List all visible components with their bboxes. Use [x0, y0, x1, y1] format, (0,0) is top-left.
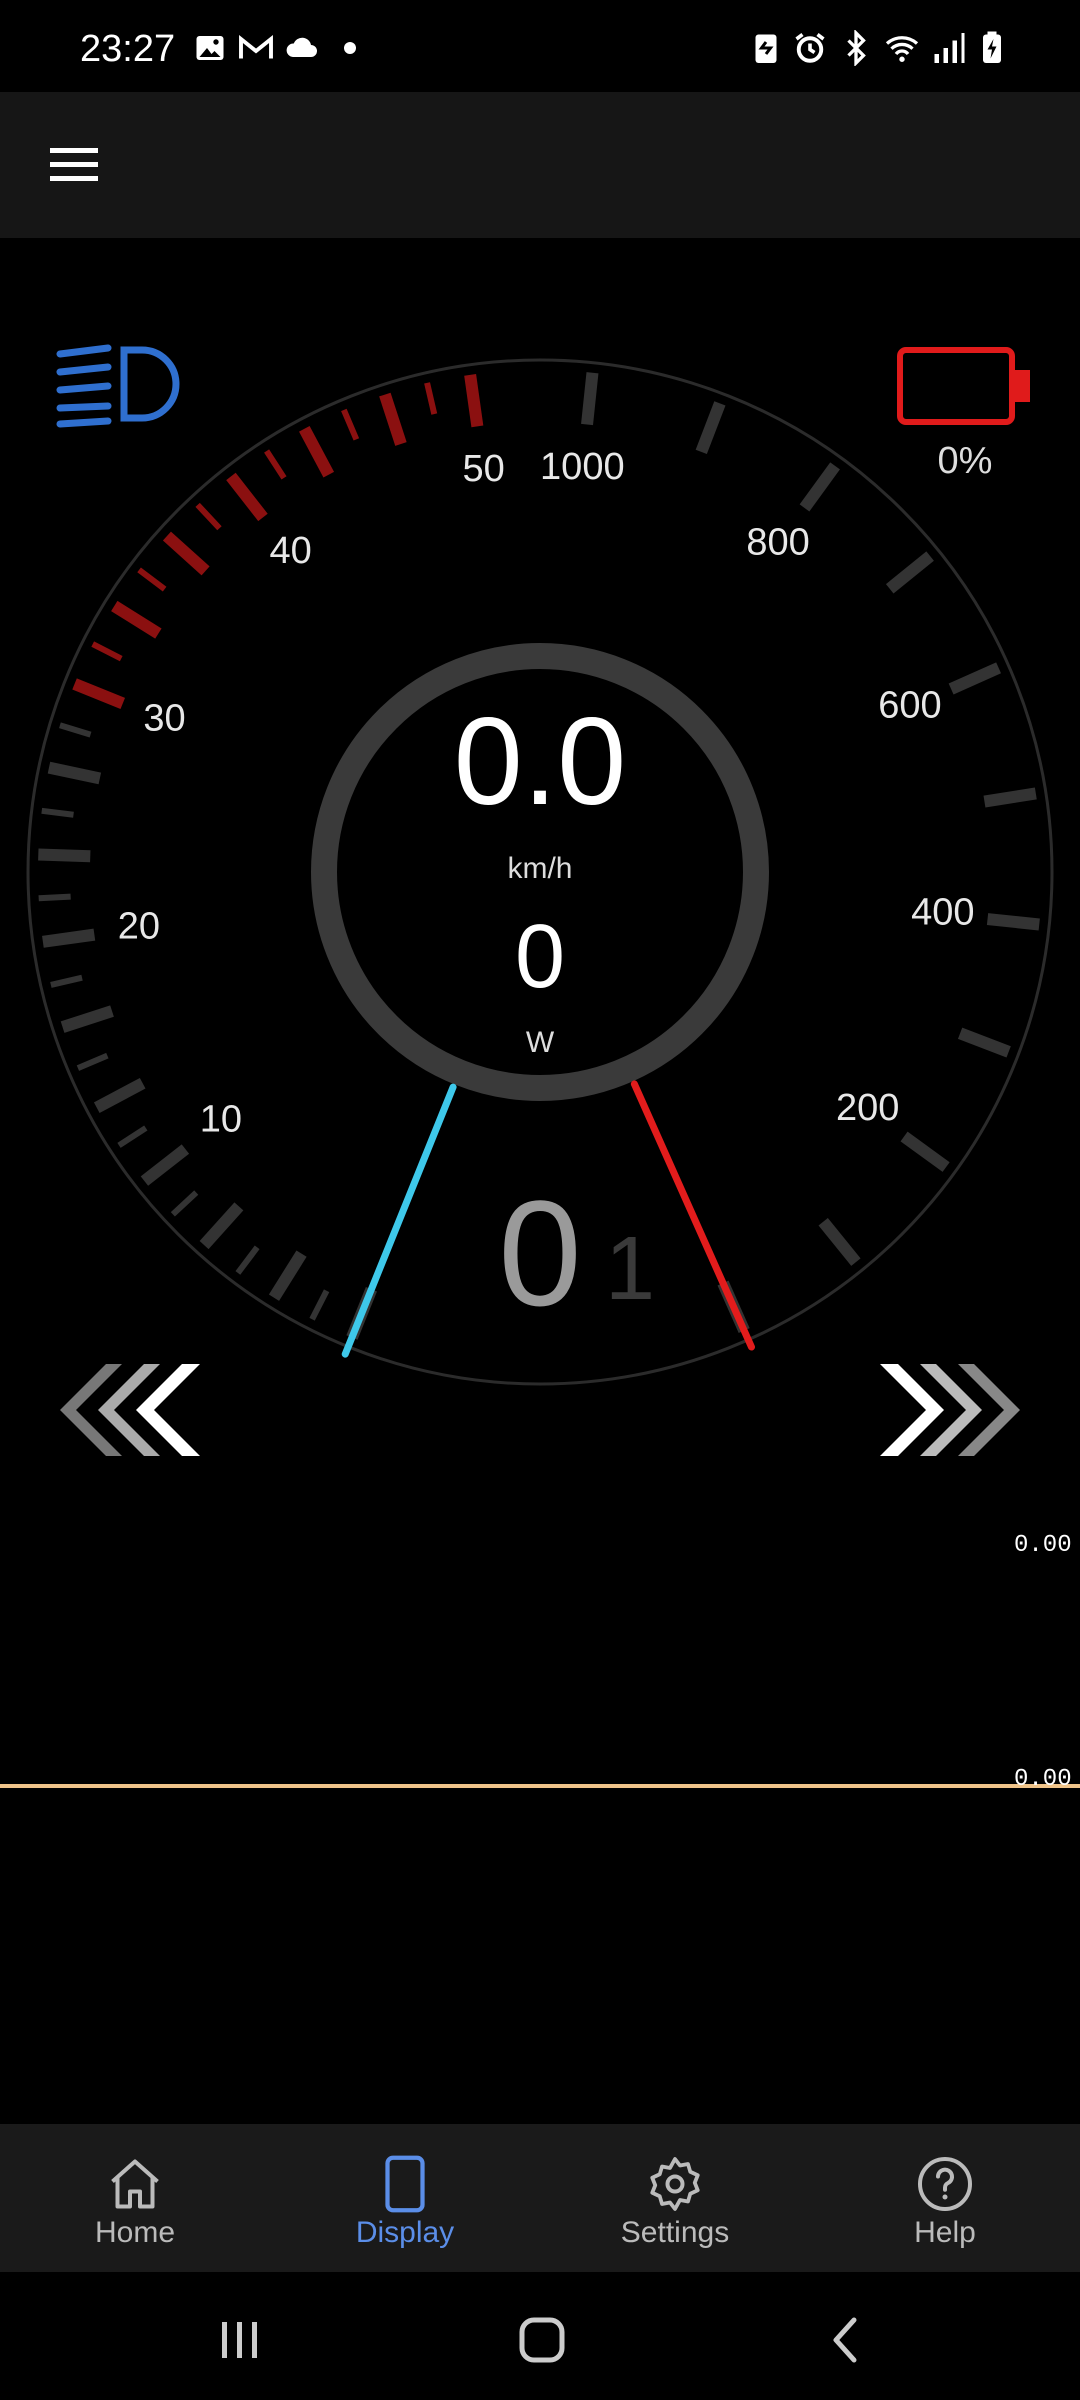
speed-tick: [235, 1245, 260, 1275]
home-icon: [111, 2159, 159, 2209]
speed-scale-label: 30: [143, 697, 185, 739]
speed-tick: [60, 1005, 114, 1033]
battery-saver-icon: [755, 34, 777, 63]
image-icon: [196, 36, 224, 60]
power-scale-label: 200: [836, 1087, 899, 1129]
back-icon[interactable]: [806, 2300, 886, 2380]
speed-tick: [91, 641, 123, 662]
speed-tick: [299, 425, 335, 478]
speed-tick: [264, 449, 287, 480]
power-tick: [948, 662, 1002, 695]
power-unit: W: [525, 1026, 555, 1059]
power-ticks: [581, 372, 1040, 1334]
speed-tick: [170, 1190, 199, 1217]
hamburger-menu-icon[interactable]: [40, 136, 108, 194]
alarm-icon: [795, 33, 825, 63]
graph-max-label: 0.00: [1014, 1532, 1072, 1559]
power-tick: [818, 1217, 861, 1266]
speed-tick: [199, 1202, 244, 1250]
power-scale-label: 1000: [540, 446, 625, 488]
speed-tick: [42, 928, 96, 948]
gear-current: 0: [498, 1169, 582, 1337]
headlight-icon[interactable]: [52, 336, 202, 436]
speed-tick: [162, 531, 210, 576]
power-scale-label: 400: [911, 891, 974, 933]
nav-label-display: Display: [355, 2216, 455, 2249]
speed-tick: [117, 1125, 148, 1148]
help-circle-icon: [918, 2157, 972, 2211]
speed-tick: [38, 893, 71, 902]
speed-tick: [464, 374, 484, 428]
home-circle-icon[interactable]: [502, 2300, 582, 2380]
speed-tick: [140, 1144, 190, 1186]
chevrons-left-icon[interactable]: [56, 1360, 206, 1460]
nav-item-display[interactable]: Display: [270, 2124, 540, 2272]
gear-next: 1: [604, 1219, 656, 1319]
speed-tick: [38, 848, 91, 863]
nav-label-home: Home: [94, 2216, 176, 2249]
phone-icon: [385, 2155, 425, 2213]
app-bar: [0, 92, 1080, 238]
nav-item-home[interactable]: Home: [0, 2124, 270, 2272]
power-scale-label: 600: [878, 684, 941, 726]
status-time: 23:27: [80, 28, 176, 70]
nav-label-settings: Settings: [620, 2216, 730, 2249]
battery-icon: [897, 347, 1030, 425]
nav-item-settings[interactable]: Settings: [540, 2124, 810, 2272]
graph-line: [0, 1784, 1080, 1788]
live-graph: [0, 1510, 1080, 1840]
speed-tick: [379, 392, 407, 446]
speed-unit: km/h: [507, 852, 573, 885]
power-tick: [986, 913, 1040, 931]
speed-tick: [50, 974, 83, 988]
speed-tick: [309, 1289, 330, 1321]
speed-tick: [41, 807, 74, 818]
speed-tick: [72, 678, 126, 709]
speed-value: 0.0: [453, 693, 627, 831]
gear-icon: [650, 2157, 700, 2211]
cloud-icon: [286, 37, 317, 57]
battery-charging-icon: [983, 31, 1001, 63]
speed-scale-label: 40: [270, 530, 312, 572]
speed-tick: [47, 761, 102, 785]
wifi-icon: [885, 36, 919, 62]
chevrons-right-icon[interactable]: [874, 1360, 1024, 1460]
speed-tick: [137, 567, 167, 592]
speed-tick: [268, 1250, 307, 1301]
dot-icon: [344, 42, 356, 54]
power-tick: [695, 401, 726, 455]
speed-scale-label: 10: [200, 1098, 242, 1140]
speed-tick: [76, 1052, 109, 1071]
speed-tick: [59, 722, 92, 738]
bluetooth-icon: [847, 30, 866, 66]
speed-tick: [424, 382, 438, 415]
power-tick: [900, 1131, 950, 1172]
speed-tick: [195, 502, 222, 531]
power-tick: [581, 372, 599, 426]
speed-tick: [111, 600, 162, 639]
power-tick: [983, 787, 1037, 808]
nav-label-help: Help: [914, 2216, 976, 2249]
power-value: 0: [514, 907, 566, 1007]
graph-min-label: 0.00: [1014, 1766, 1072, 1793]
nav-item-help[interactable]: Help: [810, 2124, 1080, 2272]
speed-tick: [341, 408, 360, 441]
speed-tick: [226, 472, 268, 522]
speed-tick: [93, 1077, 146, 1113]
recents-icon[interactable]: [200, 2300, 280, 2380]
battery-percent: 0%: [937, 440, 993, 482]
power-tick: [799, 462, 840, 512]
speed-needle: [341, 1083, 457, 1358]
signal-icon: [934, 33, 965, 63]
speed-scale-label: 20: [118, 905, 160, 947]
speed-scale-label: 50: [462, 448, 504, 490]
power-tick: [957, 1027, 1011, 1058]
gmail-icon: [239, 34, 273, 59]
power-tick: [885, 551, 934, 594]
power-scale-label: 800: [746, 521, 809, 563]
